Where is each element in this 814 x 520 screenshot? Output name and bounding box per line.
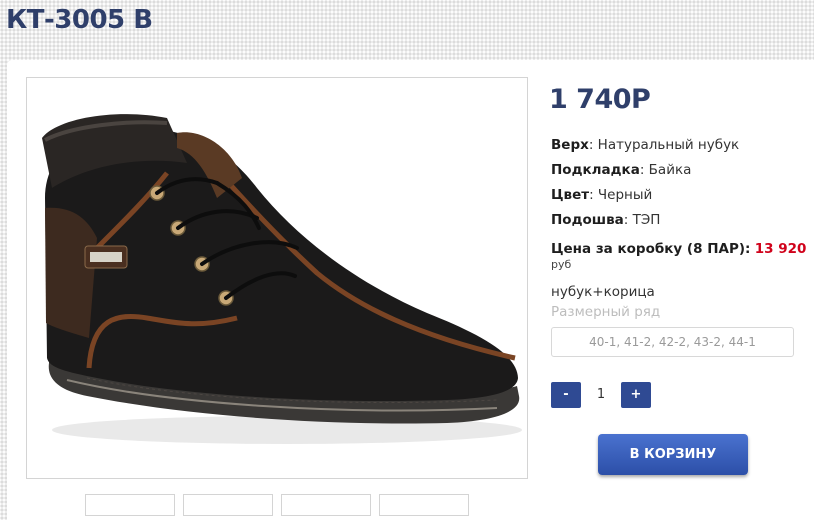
spec-value: Черный [597,187,653,203]
currency-label: руб [551,258,572,271]
spec-label: Подошва [551,212,624,228]
spec-color: Цвет: Черный [551,187,653,203]
product-image[interactable] [26,77,528,479]
quantity-minus-button[interactable]: - [551,382,581,408]
quantity-plus-button[interactable]: + [621,382,651,408]
add-to-cart-button[interactable]: В КОРЗИНУ [598,434,748,475]
spec-label: Цвет [551,187,590,203]
size-range-box: 40-1, 41-2, 42-2, 43-2, 44-1 [551,327,794,357]
spec-value: Натуральный нубук [597,137,740,153]
thumbnail-3[interactable] [281,494,371,516]
product-price: 1 740Р [549,84,651,115]
spec-value: Байка [648,162,692,178]
spec-label: Верх [551,137,589,153]
size-range-label: Размерный ряд [551,304,661,320]
thumbnail-1[interactable] [85,494,175,516]
thumbnail-4[interactable] [379,494,469,516]
spec-value: ТЭП [632,212,661,228]
shoe-illustration [42,114,522,444]
material-text: нубук+корица [551,284,655,300]
product-title: КТ-3005 В [6,5,153,35]
spec-lining: Подкладка: Байка [551,162,692,178]
spec-label: Подкладка [551,162,640,178]
thumbnail-2[interactable] [183,494,273,516]
box-price-value: 13 920 [754,241,807,257]
box-price-label: Цена за коробку (8 ПАР): [551,241,751,257]
spec-upper: Верх: Натуральный нубук [551,137,740,153]
box-price: Цена за коробку (8 ПАР): 13 920 [551,241,806,257]
quantity-value[interactable]: 1 [582,382,620,408]
spec-sole: Подошва: ТЭП [551,212,661,228]
